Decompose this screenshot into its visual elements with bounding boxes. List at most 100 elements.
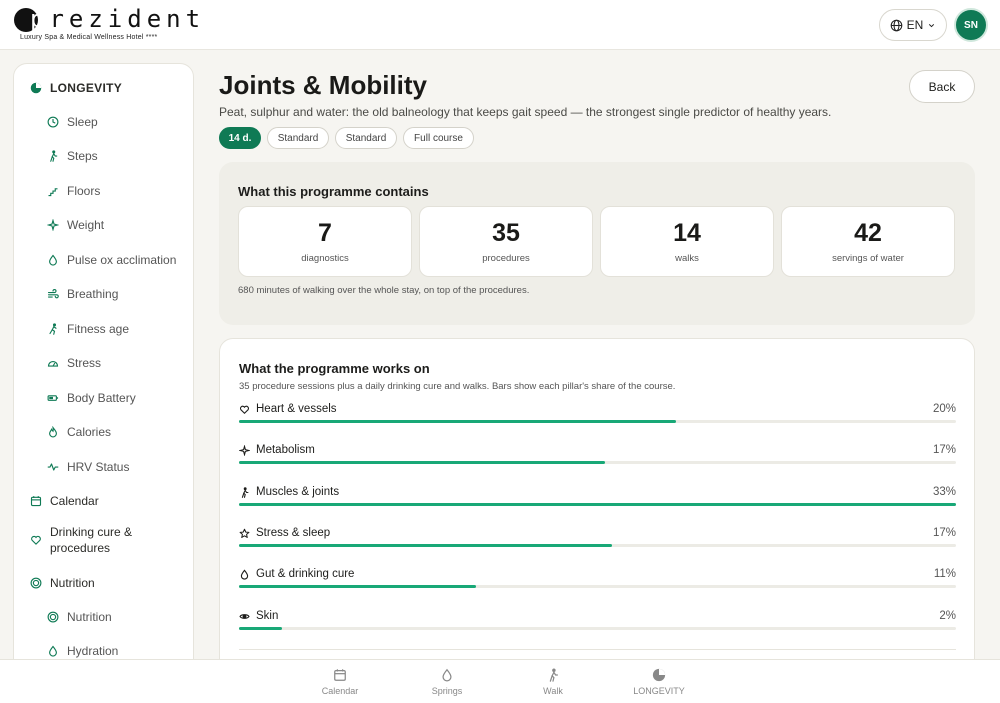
sidebar-item-label: Hydration bbox=[67, 644, 119, 658]
pillar-track bbox=[239, 544, 956, 547]
sidebar-item-calendar[interactable]: Calendar bbox=[30, 494, 99, 508]
sidebar-item-hrv-status[interactable]: HRV Status bbox=[47, 460, 129, 474]
pillar-name: Skin bbox=[256, 610, 279, 622]
language-label: EN bbox=[906, 18, 924, 32]
sidebar-item-label: Stress bbox=[67, 356, 102, 370]
pillar-percent: 33% bbox=[932, 486, 956, 498]
gauge-icon bbox=[47, 360, 59, 367]
sidebar-item-nutrition[interactable]: Nutrition bbox=[30, 576, 95, 590]
back-button[interactable]: Back bbox=[909, 70, 975, 103]
sidebar-item-calories[interactable]: Calories bbox=[47, 425, 111, 439]
nav-longevity[interactable]: LONGEVITY bbox=[619, 668, 699, 696]
nav-springs[interactable]: Springs bbox=[407, 668, 487, 696]
stat-card-diagnostics: 7 diagnostics bbox=[238, 206, 412, 277]
stat-label: walks bbox=[675, 253, 699, 264]
programme-contains-panel: What this programme contains 7 diagnosti… bbox=[219, 162, 975, 325]
user-avatar[interactable]: SN bbox=[954, 8, 988, 42]
sidebar-item-nutrition-sub[interactable]: Nutrition bbox=[47, 610, 112, 624]
pillar-name: Stress & sleep bbox=[256, 527, 331, 539]
top-bar: prezident Luxury Spa & Medical Wellness … bbox=[0, 0, 1000, 50]
pillar-heart-vessels: Heart & vessels 20% bbox=[239, 403, 956, 433]
pillar-label: Skin bbox=[239, 610, 278, 622]
chip-full-course[interactable]: Full course bbox=[403, 127, 474, 149]
pillar-bar bbox=[239, 420, 677, 423]
pillar-name: Muscles & joints bbox=[256, 486, 340, 498]
pillar-percent: 17% bbox=[932, 527, 956, 539]
sidebar-item-pulse-ox[interactable]: Pulse ox acclimation bbox=[47, 253, 176, 267]
chip-standard-1[interactable]: Standard bbox=[267, 127, 329, 149]
sidebar-item-floors[interactable]: Floors bbox=[47, 184, 100, 198]
walker-icon bbox=[50, 150, 58, 162]
sidebar-item-label: Floors bbox=[67, 184, 101, 198]
calendar-icon bbox=[30, 496, 42, 507]
sidebar-item-drinking-cure[interactable]: Drinking cure & procedures bbox=[30, 524, 180, 556]
pillar-bar bbox=[239, 585, 476, 588]
stat-value: 14 bbox=[673, 219, 701, 247]
bottom-navigation: Calendar Springs Walk LONGEVITY bbox=[0, 659, 1000, 703]
sidebar-item-fitness-age[interactable]: Fitness age bbox=[47, 322, 129, 336]
sidebar-item-steps[interactable]: Steps bbox=[47, 149, 98, 163]
sidebar-item-breathing[interactable]: Breathing bbox=[47, 287, 118, 301]
section-divider bbox=[239, 649, 956, 650]
pillar-name: Gut & drinking cure bbox=[256, 568, 355, 580]
stairs-icon bbox=[48, 188, 58, 197]
sparkle-icon bbox=[239, 444, 250, 456]
sidebar-item-label: Pulse ox acclimation bbox=[67, 253, 177, 267]
pillar-muscles-joints: Muscles & joints 33% bbox=[239, 486, 956, 516]
stat-card-walks: 14 walks bbox=[600, 206, 774, 277]
chevron-down-icon bbox=[929, 23, 935, 27]
language-selector[interactable]: EN bbox=[879, 9, 947, 41]
pillar-track bbox=[239, 420, 956, 423]
pillar-label: Heart & vessels bbox=[239, 403, 337, 415]
sidebar-item-label: Breathing bbox=[67, 287, 119, 301]
sidebar-item-label: Drinking cure & procedures bbox=[50, 525, 133, 555]
sidebar-item-label: Sleep bbox=[67, 115, 98, 129]
nav-label: Springs bbox=[431, 686, 463, 696]
sidebar-item-longevity[interactable]: LONGEVITY bbox=[30, 81, 122, 95]
nav-label: LONGEVITY bbox=[633, 686, 685, 696]
sidebar-item-label: LONGEVITY bbox=[50, 81, 123, 95]
pillar-track bbox=[239, 461, 956, 464]
chip-duration[interactable]: 14 d. bbox=[219, 127, 261, 149]
stat-value: 7 bbox=[318, 219, 332, 247]
heart-icon bbox=[239, 405, 250, 414]
pillar-percent: 17% bbox=[932, 444, 956, 456]
drop-icon bbox=[49, 254, 57, 266]
sidebar-item-weight[interactable]: Weight bbox=[47, 218, 104, 232]
pillar-percent: 2% bbox=[939, 610, 956, 622]
sidebar-item-label: HRV Status bbox=[67, 460, 130, 474]
pillar-metabolism: Metabolism 17% bbox=[239, 444, 956, 474]
stat-card-procedures: 35 procedures bbox=[419, 206, 593, 277]
sidebar-item-label: Weight bbox=[67, 218, 105, 232]
pillar-stress-sleep: Stress & sleep 17% bbox=[239, 527, 956, 557]
runner-icon bbox=[49, 323, 57, 335]
battery-icon bbox=[47, 395, 59, 401]
stat-value: 35 bbox=[492, 219, 520, 247]
section-description: 35 procedure sessions plus a daily drink… bbox=[239, 381, 676, 392]
longevity-icon bbox=[652, 668, 666, 682]
pillar-bar bbox=[239, 461, 605, 464]
clock-icon bbox=[47, 116, 59, 128]
sidebar-item-label: Fitness age bbox=[67, 322, 130, 336]
pillar-track bbox=[239, 503, 956, 506]
drop-icon bbox=[442, 668, 452, 682]
sidebar: LONGEVITY Sleep Steps Floors Weight Puls… bbox=[13, 63, 194, 683]
sidebar-item-body-battery[interactable]: Body Battery bbox=[47, 391, 136, 405]
sidebar-item-hydration[interactable]: Hydration bbox=[47, 644, 118, 658]
pillar-label: Metabolism bbox=[239, 444, 315, 456]
pillar-bar bbox=[239, 627, 283, 630]
star-icon bbox=[239, 528, 250, 538]
chip-standard-2[interactable]: Standard bbox=[335, 127, 397, 149]
nav-calendar[interactable]: Calendar bbox=[300, 668, 380, 696]
sidebar-item-stress[interactable]: Stress bbox=[47, 356, 101, 370]
logo-tagline: Luxury Spa & Medical Wellness Hotel **** bbox=[20, 34, 158, 41]
logo-wordmark: prezident bbox=[30, 5, 206, 33]
section-heading: What this programme contains bbox=[238, 184, 429, 199]
stat-label: servings of water bbox=[832, 253, 904, 264]
sidebar-item-sleep[interactable]: Sleep bbox=[47, 115, 98, 129]
calendar-icon bbox=[334, 669, 346, 681]
sidebar-item-label: Nutrition bbox=[67, 610, 112, 624]
sidebar-item-label: Body Battery bbox=[67, 391, 136, 405]
pillar-label: Stress & sleep bbox=[239, 527, 330, 539]
nav-walk[interactable]: Walk bbox=[513, 668, 593, 696]
